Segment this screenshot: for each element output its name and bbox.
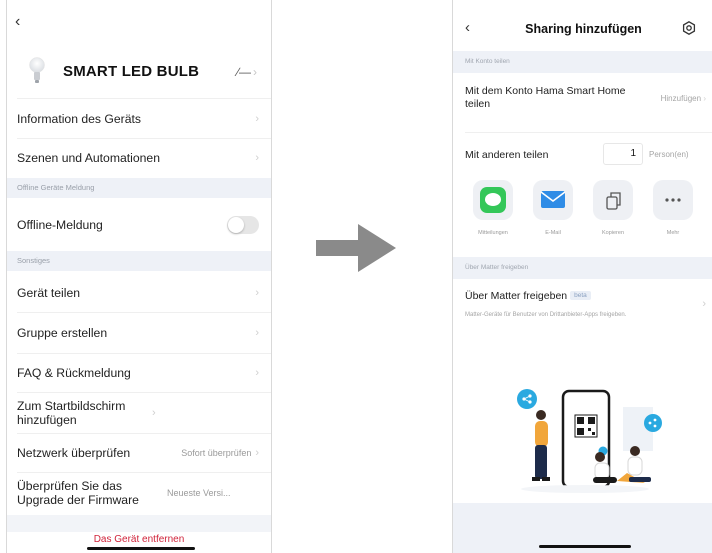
chevron-right-icon: › <box>702 298 706 310</box>
row-device-info[interactable]: Information des Geräts › <box>7 100 271 138</box>
share-more-button[interactable]: Mehr <box>651 180 695 236</box>
chevron-right-icon: › <box>255 287 259 299</box>
chevron-right-icon: › <box>255 367 259 379</box>
row-share-account[interactable]: Mit dem Konto Hama Smart Home teilen Hin… <box>465 85 706 119</box>
row-offline-notification: Offline-Meldung <box>7 205 271 245</box>
section-account: Mit Konto teilen <box>453 51 712 73</box>
row-faq[interactable]: FAQ & Rückmeldung › <box>7 354 271 392</box>
chevron-right-icon: › <box>255 327 259 339</box>
app-label: Mitteilungen <box>478 230 508 236</box>
add-label: Hinzufügen <box>660 94 702 103</box>
chevron-right-icon: › <box>253 65 257 79</box>
chevron-right-icon: › <box>152 407 156 419</box>
row-scenes[interactable]: Szenen und Automationen › <box>7 139 271 177</box>
edit-name-button[interactable]: ∕― › <box>237 65 257 79</box>
row-matter-share[interactable]: Über Matter freigeben beta › <box>465 290 706 310</box>
divider <box>17 98 271 99</box>
app-label: E-Mail <box>545 230 561 236</box>
row-label: FAQ & Rückmeldung <box>17 366 131 380</box>
copy-icon <box>593 180 633 220</box>
gear-icon[interactable] <box>682 21 696 35</box>
back-chevron-icon[interactable]: ‹ <box>15 14 20 30</box>
home-indicator <box>539 545 631 548</box>
share-mail-button[interactable]: E-Mail <box>531 180 575 236</box>
row-firmware-upgrade[interactable]: Überprüfen Sie das Upgrade der Firmware … <box>7 473 271 513</box>
more-icon <box>653 180 693 220</box>
row-label: Gruppe erstellen <box>17 326 108 340</box>
row-create-group[interactable]: Gruppe erstellen › <box>7 313 271 353</box>
top-bar: ‹ <box>7 0 271 44</box>
device-header: SMART LED BULB ∕― › <box>7 48 271 98</box>
chevron-right-icon: › <box>255 152 259 164</box>
row-share-device[interactable]: Gerät teilen › <box>7 274 271 312</box>
message-icon <box>473 180 513 220</box>
app-label: Mehr <box>666 230 680 236</box>
row-label: Offline-Meldung <box>17 218 103 232</box>
row-label: Gerät teilen <box>17 286 81 300</box>
app-label: Kopieren <box>601 230 625 236</box>
chevron-right-icon: › <box>255 447 259 459</box>
share-app-list: Mitteilungen E-Mail Kopieren Mehr <box>463 180 706 240</box>
row-label: Information des Geräts <box>17 112 141 126</box>
chevron-right-icon: › <box>703 94 706 103</box>
person-count-input[interactable]: 1 <box>603 143 643 165</box>
section-matter: Über Matter freigeben <box>453 257 712 279</box>
offline-toggle[interactable] <box>227 216 259 234</box>
row-label: Szenen und Automationen <box>17 151 160 165</box>
row-label: Über Matter freigeben <box>465 290 568 302</box>
chevron-right-icon: › <box>255 113 259 125</box>
page-title: Sharing hinzufügen <box>525 22 642 36</box>
matter-description: Matter-Geräte für Benutzer von Drittanbi… <box>465 312 627 318</box>
share-messages-button[interactable]: Mitteilungen <box>471 180 515 236</box>
add-account-button[interactable]: Hinzufügen › <box>661 94 706 103</box>
device-name: SMART LED BULB <box>63 63 200 80</box>
bulb-icon <box>29 57 45 83</box>
row-label: Netzwerk überprüfen <box>17 446 131 460</box>
mail-icon <box>533 180 573 220</box>
row-check-network[interactable]: Netzwerk überprüfen Sofort überprüfen › <box>7 434 271 472</box>
row-value: Sofort überprüfen <box>181 448 252 458</box>
share-copy-button[interactable]: Kopieren <box>591 180 635 236</box>
beta-badge: beta <box>570 291 591 300</box>
person-unit: Person(en) <box>649 150 689 159</box>
pencil-icon: ∕― <box>236 65 251 79</box>
sharing-illustration <box>517 389 662 493</box>
section-misc: Sonstiges <box>7 251 271 271</box>
row-label: Überprüfen Sie das Upgrade der Firmware <box>17 479 139 507</box>
row-value: Neueste Versi... <box>167 488 231 498</box>
divider <box>465 132 712 133</box>
sharing-screen: ‹ Sharing hinzufügen Mit Konto teilen Mi… <box>452 0 712 553</box>
home-indicator <box>87 547 195 550</box>
row-label: Mit dem Konto Hama Smart Home teilen <box>465 85 626 110</box>
arrow-right-icon <box>316 224 396 272</box>
row-label: Zum Startbildschirm hinzufügen <box>17 399 126 427</box>
section-offline: Offline Geräte Meldung <box>7 178 271 198</box>
device-settings-screen: ‹ SMART LED BULB ∕― › Information des Ger… <box>6 0 272 553</box>
remove-device-label: Das Gerät entfernen <box>93 534 185 545</box>
row-add-to-homescreen[interactable]: Zum Startbildschirm hinzufügen › <box>7 393 271 433</box>
